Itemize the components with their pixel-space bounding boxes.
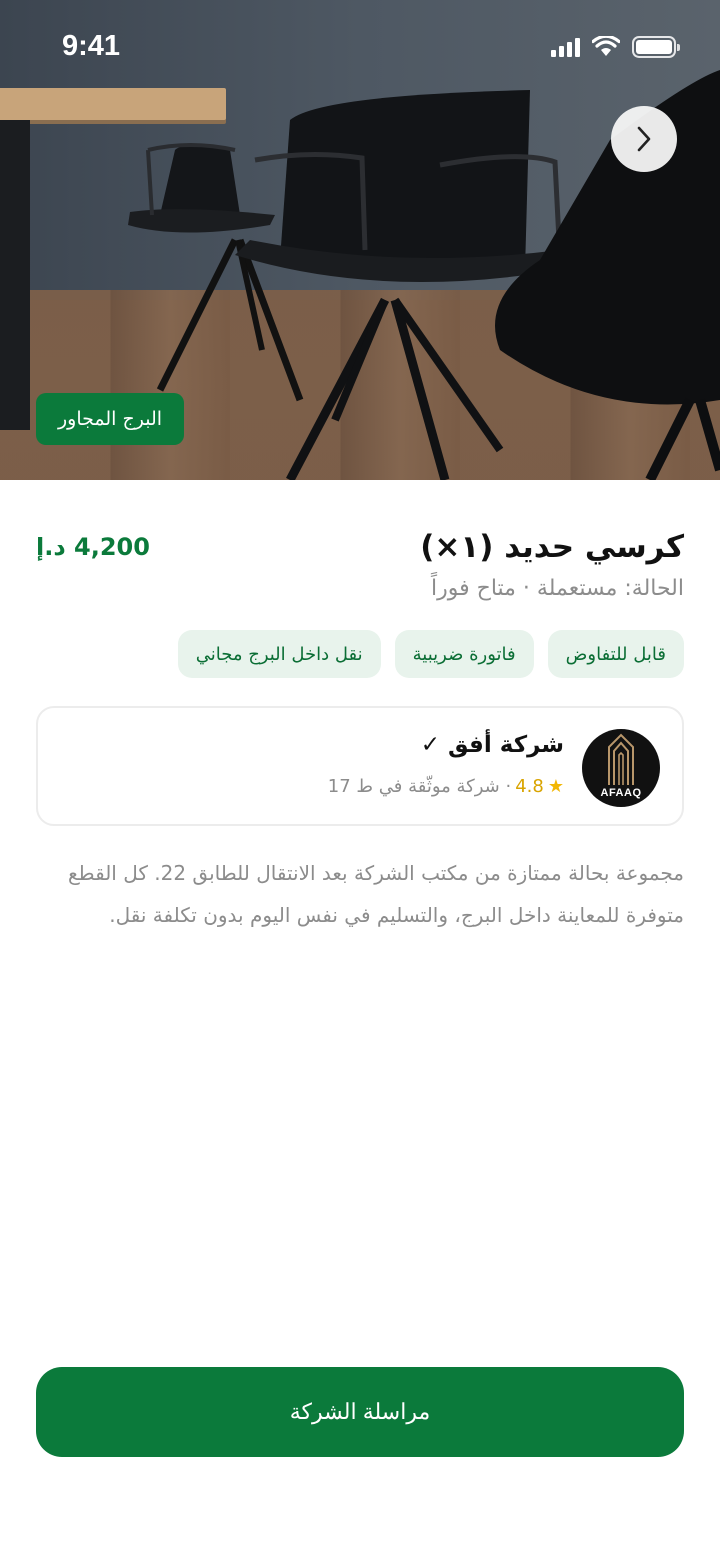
- tag-chip: فاتورة ضريبية: [394, 630, 534, 678]
- seller-card[interactable]: AFAAQ شركة أفق ✓ ★ 4.8 · شركة موثّقة في …: [36, 706, 684, 826]
- status-bar: 9:41: [0, 0, 720, 96]
- title-row: 4,200 د.إ كرسي حديد (١×): [36, 522, 684, 572]
- seller-name[interactable]: شركة أفق ✓: [421, 732, 564, 758]
- status-icons: [551, 36, 680, 58]
- price: 4,200 د.إ: [36, 533, 150, 561]
- next-image-button[interactable]: [611, 106, 677, 172]
- seller-info: · شركة موثّقة في ط 17: [327, 776, 512, 797]
- status-time: 9:41: [62, 30, 121, 62]
- product-title: كرسي حديد (١×): [420, 529, 684, 565]
- tag-list: قابل للتفاوض فاتورة ضريبية نقل داخل البر…: [177, 630, 684, 678]
- condition-text: الحالة: مستعملة · متاح فوراً: [431, 576, 684, 601]
- location-badge: البرج المجاور: [36, 393, 185, 445]
- tag-chip: قابل للتفاوض: [547, 630, 684, 678]
- product-image[interactable]: 9:41 البرج المجاور: [0, 0, 720, 480]
- product-description: مجموعة بحالة ممتازة من مكتب الشركة بعد ا…: [68, 861, 684, 927]
- wifi-icon: [592, 36, 620, 56]
- battery-icon: [632, 36, 680, 58]
- signal-icon: [551, 37, 580, 57]
- seller-avatar[interactable]: AFAAQ: [582, 729, 660, 807]
- building-logo-icon: [608, 733, 634, 785]
- seller-meta: ★ 4.8 · شركة موثّقة في ط 17: [328, 776, 564, 797]
- seller-rating: 4.8: [515, 776, 544, 797]
- message-company-button[interactable]: مراسلة الشركة: [36, 1367, 684, 1457]
- tag-chip: نقل داخل البرج مجاني: [177, 630, 381, 678]
- star-icon: ★: [547, 776, 564, 797]
- avatar-text: AFAAQ: [600, 787, 642, 799]
- chevron-right-icon: [637, 126, 651, 152]
